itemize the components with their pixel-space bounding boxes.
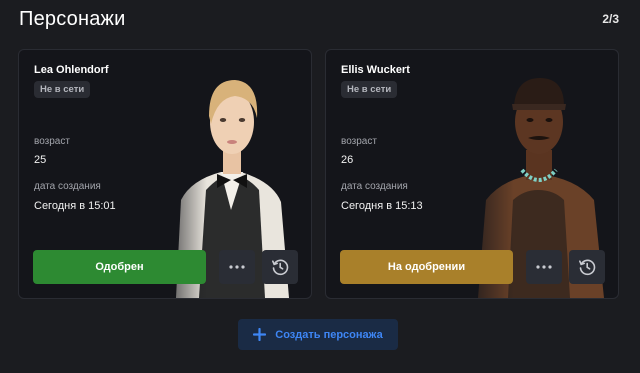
age-label: возраст <box>341 136 377 147</box>
created-label: дата создания <box>341 181 408 192</box>
history-icon <box>272 259 289 276</box>
page-title: Персонажи <box>19 8 126 30</box>
character-card[interactable]: Ellis Wuckert Не в сети возраст 26 дата … <box>325 49 619 299</box>
more-button[interactable] <box>219 250 255 284</box>
character-count: 2/3 <box>602 12 619 26</box>
more-button[interactable] <box>526 250 562 284</box>
history-button[interactable] <box>569 250 605 284</box>
online-status-badge: Не в сети <box>341 81 398 98</box>
online-status-badge: Не в сети <box>34 81 91 98</box>
character-name: Lea Ohlendorf <box>34 64 109 76</box>
more-dots-icon <box>536 265 552 269</box>
create-character-label: Создать персонажа <box>275 328 383 341</box>
status-button[interactable]: Одобрен <box>33 250 206 284</box>
age-label: возраст <box>34 136 70 147</box>
history-button[interactable] <box>262 250 298 284</box>
character-card[interactable]: Lea Ohlendorf Не в сети возраст 25 дата … <box>18 49 312 299</box>
age-value: 25 <box>34 154 47 166</box>
created-value: Сегодня в 15:13 <box>341 200 423 212</box>
plus-icon <box>253 328 267 341</box>
more-dots-icon <box>229 265 245 269</box>
created-label: дата создания <box>34 181 101 192</box>
created-value: Сегодня в 15:01 <box>34 200 116 212</box>
status-button[interactable]: На одобрении <box>340 250 513 284</box>
character-name: Ellis Wuckert <box>341 64 410 76</box>
age-value: 26 <box>341 154 354 166</box>
history-icon <box>579 259 596 276</box>
create-character-button[interactable]: Создать персонажа <box>238 319 398 350</box>
